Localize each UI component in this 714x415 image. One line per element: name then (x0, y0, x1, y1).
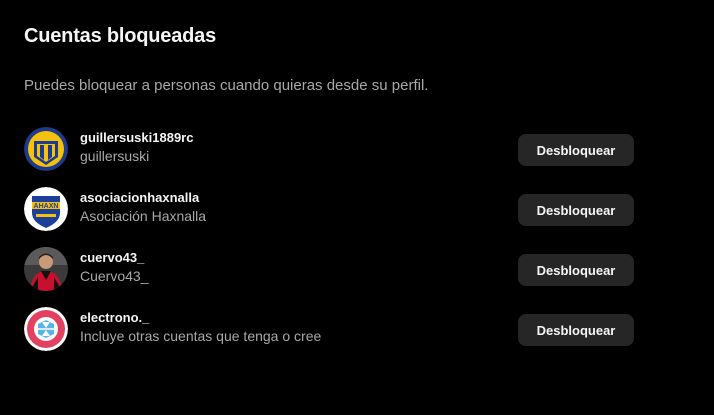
blocked-account-row: AHAXN asociacionhaxnalla Asociación Haxn… (24, 180, 634, 240)
account-fullname: guillersuski (80, 148, 150, 164)
blocked-account-row: guillersuski1889rc guillersuski Desbloqu… (24, 120, 634, 180)
player-photo-icon[interactable] (24, 247, 68, 291)
rosario-central-crest-icon[interactable] (24, 127, 68, 171)
blocked-accounts-list: guillersuski1889rc guillersuski Desbloqu… (24, 120, 634, 360)
account-username[interactable]: electrono._ (80, 310, 149, 325)
account-username[interactable]: asociacionhaxnalla (80, 190, 199, 205)
page-title: Cuentas bloqueadas (24, 25, 216, 47)
bayern-crest-icon[interactable] (24, 307, 68, 351)
svg-text:AHAXN: AHAXN (34, 203, 59, 210)
ahaxn-crest-icon[interactable]: AHAXN (24, 187, 68, 231)
account-fullname: Asociación Haxnalla (80, 208, 207, 224)
unblock-button[interactable]: Desbloquear (518, 314, 634, 346)
unblock-button[interactable]: Desbloquear (518, 254, 634, 286)
account-fullname: Cuervo43_ (80, 268, 149, 284)
account-fullname: Incluye otras cuentas que tenga o cree (80, 328, 322, 344)
unblock-button[interactable]: Desbloquear (518, 134, 634, 166)
account-username[interactable]: guillersuski1889rc (80, 130, 193, 145)
account-username[interactable]: cuervo43_ (80, 250, 144, 265)
page-description: Puedes bloquear a personas cuando quiera… (24, 77, 429, 94)
unblock-button[interactable]: Desbloquear (518, 194, 634, 226)
blocked-account-row: cuervo43_ Cuervo43_ Desbloquear (24, 240, 634, 300)
blocked-account-row: electrono._ Incluye otras cuentas que te… (24, 300, 634, 360)
